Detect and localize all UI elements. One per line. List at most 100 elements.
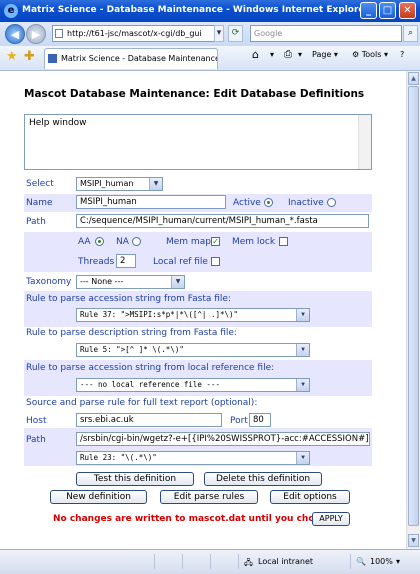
database-select[interactable]: MSIPI_human ▼ bbox=[76, 177, 163, 191]
page-menu-label: Page bbox=[312, 50, 332, 59]
help-text: Help window bbox=[29, 118, 87, 128]
page-menu[interactable]: Page ▾ bbox=[312, 50, 338, 59]
tab-label: Matrix Science - Database Maintenance bbox=[61, 54, 218, 63]
ie-icon: e bbox=[4, 4, 18, 18]
taxonomy-label: Taxonomy bbox=[26, 277, 72, 287]
window-title: Matrix Science - Database Maintenance - … bbox=[22, 5, 369, 15]
status-divider bbox=[182, 554, 183, 569]
url-field[interactable]: http://t61-jsc/mascot/x-cgi/db_gui bbox=[52, 25, 224, 42]
aa-label: AA bbox=[78, 237, 91, 247]
url-dropdown-icon[interactable]: ▾ bbox=[214, 25, 224, 42]
local-ref-file-checkbox[interactable] bbox=[211, 257, 220, 266]
rule-accession-value: Rule 37: ">MSIPI:s*p*|*\([^| .]*\)" bbox=[80, 310, 239, 319]
mem-lock-label: Mem lock bbox=[232, 237, 276, 247]
rule-accession-label: Rule to parse accession string from Fast… bbox=[26, 294, 231, 304]
help-icon[interactable]: ? bbox=[400, 50, 404, 59]
rule-description-select[interactable]: Rule 5: ">[^ ]* \(.*\)" ▼ bbox=[76, 343, 310, 357]
test-definition-button[interactable]: Test this definition bbox=[76, 472, 194, 486]
rule-local-ref-value: --- no local reference file --- bbox=[80, 380, 220, 389]
threads-label: Threads bbox=[78, 257, 115, 267]
page-content: Mascot Database Maintenance: Edit Databa… bbox=[0, 71, 406, 549]
tools-menu[interactable]: ⚙ Tools ▾ bbox=[352, 50, 388, 59]
forward-button[interactable]: ▶ bbox=[26, 24, 46, 44]
edit-parse-rules-button[interactable]: Edit parse rules bbox=[160, 490, 258, 504]
status-divider bbox=[210, 554, 211, 569]
taxonomy-select[interactable]: --- None --- ▼ bbox=[76, 275, 185, 289]
rule-description-value: Rule 5: ">[^ ]* \(.*\)" bbox=[80, 345, 184, 354]
scroll-up-icon[interactable]: ▲ bbox=[408, 72, 419, 85]
na-radio[interactable] bbox=[132, 237, 141, 246]
status-divider bbox=[154, 554, 155, 569]
taxonomy-select-value: --- None --- bbox=[80, 277, 124, 286]
warning-message: No changes are written to mascot.dat unt… bbox=[53, 514, 336, 524]
na-label: NA bbox=[116, 237, 129, 247]
favicon-icon bbox=[48, 54, 57, 63]
report-rule-value: Rule 23: "\(.*\)" bbox=[80, 453, 157, 462]
zone-text: Local intranet bbox=[258, 557, 314, 566]
chevron-down-icon: ▼ bbox=[171, 276, 184, 288]
home-icon[interactable]: ⌂ bbox=[252, 48, 259, 61]
rule-accession-select[interactable]: Rule 37: ">MSIPI:s*p*|*\([^| .]*\)" ▼ bbox=[76, 308, 310, 322]
database-select-value: MSIPI_human bbox=[80, 179, 134, 188]
favorites-star-icon[interactable]: ★ bbox=[6, 49, 18, 64]
url-text: http://t61-jsc/mascot/x-cgi/db_gui bbox=[67, 29, 202, 38]
back-button[interactable]: ◀ bbox=[5, 24, 25, 44]
report-rule-select[interactable]: Rule 23: "\(.*\)" ▼ bbox=[76, 451, 310, 465]
print-dropdown-icon[interactable]: ▾ bbox=[298, 50, 302, 59]
inactive-radio[interactable] bbox=[327, 198, 336, 207]
port-label: Port bbox=[230, 416, 248, 426]
refresh-icon[interactable]: ⟳ bbox=[228, 25, 243, 42]
aa-radio[interactable] bbox=[95, 237, 104, 246]
threads-field[interactable]: 2 bbox=[116, 254, 136, 268]
status-bar: 🖧 Local intranet 🔍 100% ▾ bbox=[0, 549, 420, 574]
chevron-down-icon: ▼ bbox=[149, 178, 162, 190]
print-icon[interactable]: ⎙ bbox=[284, 49, 292, 60]
rule-local-ref-label: Rule to parse accession string from loca… bbox=[26, 363, 275, 373]
name-field[interactable]: MSIPI_human bbox=[76, 195, 226, 209]
report-path-field[interactable]: /srsbin/cgi-bin/wgetz?-e+[{IPI%20SWISSPR… bbox=[76, 432, 370, 446]
maximize-button[interactable]: □ bbox=[379, 2, 396, 19]
page-scrollbar[interactable]: ▲ ▼ bbox=[406, 71, 420, 549]
rule-local-ref-select[interactable]: --- no local reference file --- ▼ bbox=[76, 378, 310, 392]
new-definition-button[interactable]: New definition bbox=[50, 490, 147, 504]
host-field[interactable]: srs.ebi.ac.uk bbox=[76, 413, 222, 427]
apply-button[interactable]: APPLY bbox=[312, 512, 350, 526]
zoom-dropdown-icon[interactable]: ▾ bbox=[396, 557, 400, 566]
path-field[interactable]: C:/sequence/MSIPI_human/current/MSIPI_hu… bbox=[76, 214, 369, 228]
inactive-label: Inactive bbox=[288, 198, 324, 208]
delete-definition-button[interactable]: Delete this definition bbox=[204, 472, 322, 486]
page-title: Mascot Database Maintenance: Edit Databa… bbox=[24, 88, 365, 100]
zoom-icon[interactable]: 🔍 bbox=[356, 557, 366, 566]
mem-lock-checkbox[interactable] bbox=[279, 237, 288, 246]
mem-map-checkbox[interactable]: ✓ bbox=[211, 237, 220, 246]
source-full-text-label: Source and parse rule for full text repo… bbox=[26, 398, 258, 408]
search-icon[interactable]: ⌕ bbox=[403, 25, 418, 42]
chevron-down-icon: ▼ bbox=[296, 452, 309, 464]
close-button[interactable]: ✕ bbox=[399, 2, 416, 19]
status-divider bbox=[350, 554, 351, 569]
address-bar: ◀ ▶ http://t61-jsc/mascot/x-cgi/db_gui ▾… bbox=[0, 22, 420, 46]
port-field[interactable]: 80 bbox=[249, 413, 271, 427]
active-label: Active bbox=[233, 198, 261, 208]
scroll-thumb[interactable] bbox=[408, 86, 419, 526]
scroll-down-icon[interactable]: ▼ bbox=[408, 534, 419, 547]
report-path-label: Path bbox=[26, 435, 46, 445]
zoom-level[interactable]: 100% bbox=[370, 557, 393, 566]
minimize-button[interactable]: _ bbox=[360, 2, 377, 19]
add-favorites-icon[interactable]: ✚ bbox=[24, 49, 35, 64]
search-input[interactable]: Google bbox=[250, 25, 402, 42]
page-icon bbox=[55, 29, 63, 38]
mem-map-label: Mem map bbox=[166, 237, 211, 247]
path-label: Path bbox=[26, 217, 46, 227]
tab-database-maintenance[interactable]: Matrix Science - Database Maintenance bbox=[44, 48, 218, 69]
tools-menu-label: Tools bbox=[361, 50, 382, 59]
feeds-icon[interactable]: ▾ bbox=[270, 50, 274, 59]
edit-options-button[interactable]: Edit options bbox=[270, 490, 350, 504]
status-divider bbox=[238, 554, 239, 569]
help-window[interactable]: Help window bbox=[24, 114, 372, 170]
title-bar: e Matrix Science - Database Maintenance … bbox=[0, 0, 420, 22]
chevron-down-icon: ▼ bbox=[296, 344, 309, 356]
chevron-down-icon: ▼ bbox=[296, 309, 309, 321]
help-scrollbar[interactable] bbox=[358, 115, 371, 169]
active-radio[interactable] bbox=[264, 198, 273, 207]
